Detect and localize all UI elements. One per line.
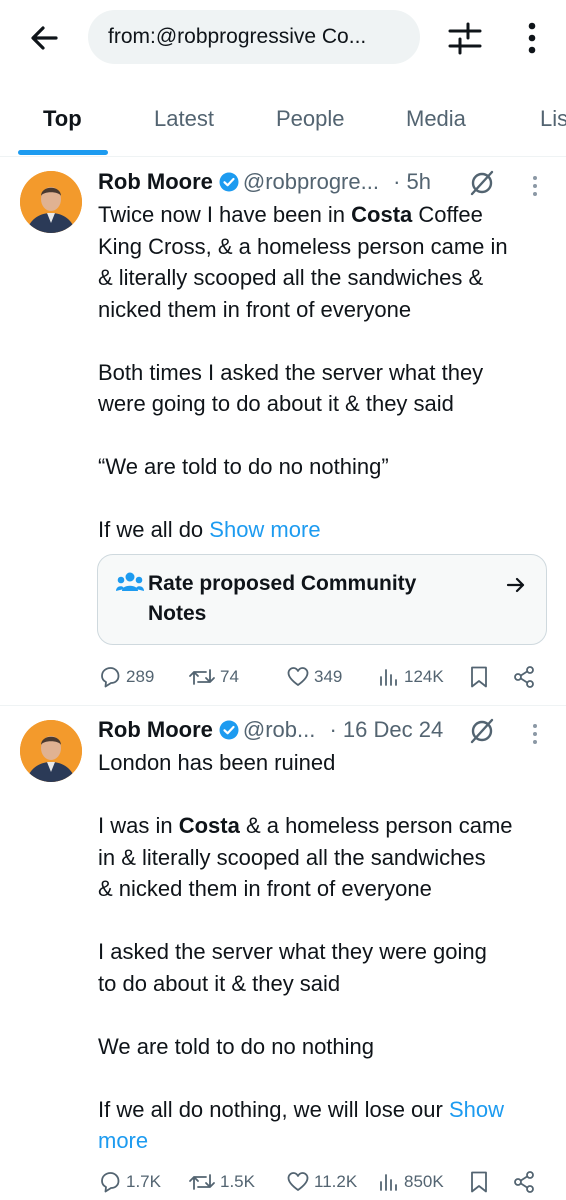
reply-count: 289 bbox=[126, 667, 155, 686]
avatar-photo-icon bbox=[20, 720, 82, 782]
bookmark-icon[interactable] bbox=[468, 665, 490, 689]
view-count: 124K bbox=[404, 667, 444, 686]
back-arrow-icon[interactable] bbox=[26, 18, 66, 58]
filter-icon[interactable] bbox=[446, 20, 484, 56]
tweet[interactable]: Rob Moore @rob... · 16 Dec 24 London has … bbox=[0, 706, 566, 1200]
repost-count: 1.5K bbox=[220, 1172, 255, 1191]
tab-lists[interactable]: Lis bbox=[540, 106, 566, 132]
tab-people[interactable]: People bbox=[276, 106, 345, 132]
tweet-menu-icon[interactable] bbox=[532, 723, 538, 745]
tweet-time[interactable]: · 5h bbox=[393, 169, 431, 194]
show-more-link-cont[interactable]: more bbox=[98, 1128, 148, 1153]
avatar[interactable] bbox=[20, 171, 82, 233]
tweet-time[interactable]: · 16 Dec 24 bbox=[329, 717, 443, 742]
repost-icon bbox=[189, 1174, 215, 1190]
tab-top[interactable]: Top bbox=[43, 106, 82, 132]
tweet-actions: 1.7K 1.5K 11.2K 850K bbox=[0, 1167, 566, 1197]
tweet-header: Rob Moore @robprogre... · 5h bbox=[98, 169, 431, 195]
tweet[interactable]: Rob Moore @robprogre... · 5h Twice now I … bbox=[0, 157, 566, 707]
repost-count: 74 bbox=[220, 667, 239, 686]
more-options-icon[interactable] bbox=[520, 18, 544, 58]
views-button[interactable]: 850K bbox=[378, 1167, 444, 1197]
repost-button[interactable]: 74 bbox=[188, 662, 239, 692]
avatar-photo-icon bbox=[20, 171, 82, 233]
tweet-text: London has been ruined I was in Costa & … bbox=[98, 750, 513, 1153]
people-icon bbox=[116, 572, 144, 591]
top-bar: from:@robprogressive Co... bbox=[0, 0, 566, 76]
repost-icon bbox=[189, 669, 215, 685]
community-notes-card[interactable]: Rate proposed Community Notes bbox=[97, 554, 547, 645]
search-input[interactable]: from:@robprogressive Co... bbox=[88, 10, 420, 64]
reply-button[interactable]: 1.7K bbox=[98, 1167, 161, 1197]
verified-badge-icon bbox=[219, 172, 239, 192]
community-notes-label: Rate proposed Community Notes bbox=[148, 572, 417, 625]
bookmark-icon[interactable] bbox=[468, 1170, 490, 1194]
share-icon[interactable] bbox=[512, 1170, 536, 1194]
author-handle[interactable]: @rob... bbox=[243, 717, 315, 742]
verified-badge-icon bbox=[219, 720, 239, 740]
tweet-header: Rob Moore @rob... · 16 Dec 24 bbox=[98, 717, 443, 743]
grok-icon[interactable] bbox=[469, 718, 495, 744]
reply-count: 1.7K bbox=[126, 1172, 161, 1191]
grok-icon[interactable] bbox=[469, 170, 495, 196]
author-name[interactable]: Rob Moore bbox=[98, 717, 213, 742]
reply-button[interactable]: 289 bbox=[98, 662, 154, 692]
heart-icon bbox=[287, 1172, 309, 1191]
repost-button[interactable]: 1.5K bbox=[188, 1167, 255, 1197]
tab-media[interactable]: Media bbox=[406, 106, 466, 132]
share-icon[interactable] bbox=[512, 665, 536, 689]
show-more-link[interactable]: Show more bbox=[209, 517, 320, 542]
tab-latest[interactable]: Latest bbox=[154, 106, 214, 132]
author-name[interactable]: Rob Moore bbox=[98, 169, 213, 194]
tweet-text: Twice now I have been in Costa Coffee Ki… bbox=[98, 202, 508, 542]
like-count: 349 bbox=[314, 667, 343, 686]
reply-icon bbox=[101, 667, 120, 688]
heart-icon bbox=[287, 667, 309, 686]
view-count: 850K bbox=[404, 1172, 444, 1191]
active-tab-indicator bbox=[18, 150, 108, 155]
like-count: 11.2K bbox=[314, 1172, 358, 1191]
arrow-right-icon bbox=[506, 577, 525, 593]
tweet-menu-icon[interactable] bbox=[532, 175, 538, 197]
like-button[interactable]: 349 bbox=[286, 662, 342, 692]
views-icon bbox=[380, 1174, 397, 1191]
views-icon bbox=[380, 669, 397, 686]
search-tabs: Top Latest People Media Lis bbox=[0, 88, 566, 157]
reply-icon bbox=[101, 1172, 120, 1193]
tweet-actions: 289 74 349 124K bbox=[0, 662, 566, 692]
author-handle[interactable]: @robprogre... bbox=[243, 169, 379, 194]
like-button[interactable]: 11.2K bbox=[286, 1167, 357, 1197]
avatar[interactable] bbox=[20, 720, 82, 782]
show-more-link[interactable]: Show bbox=[449, 1097, 504, 1122]
views-button[interactable]: 124K bbox=[378, 662, 444, 692]
